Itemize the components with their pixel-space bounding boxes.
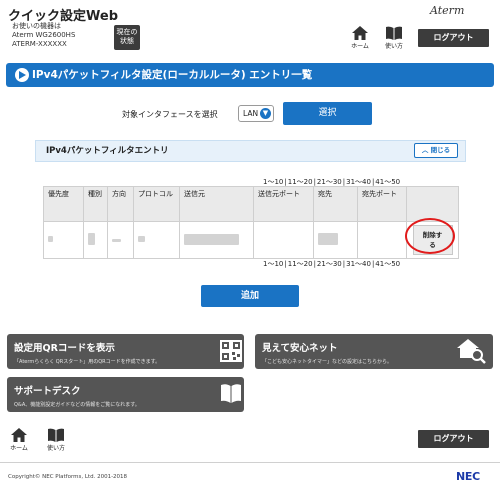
filter-table: 優先度 種別 方向 プロトコル 送信元 送信元ポート 宛先 宛先ポート 削除す …	[43, 186, 459, 259]
pager-bottom: 1～10|11～20|21～30|31～40|41～50	[263, 260, 401, 268]
source-port-cell	[253, 221, 314, 259]
device-model: Aterm WG2600HS	[12, 31, 76, 39]
footer-usage-label: 使い方	[46, 445, 65, 452]
book-icon	[221, 384, 241, 403]
book-icon	[386, 26, 402, 40]
safe-net-panel-description: 「こども安心ネットタイマー」などの設定はこちらから。	[262, 359, 393, 365]
entry-section-header: IPv4パケットフィルタエントリ	[35, 140, 466, 162]
footer-divider	[0, 462, 500, 463]
chevron-down-icon: ▼	[260, 108, 271, 119]
play-arrow-icon	[15, 68, 29, 82]
home-icon	[352, 26, 368, 40]
book-icon	[48, 428, 64, 442]
destination-cell	[313, 221, 358, 259]
interface-selected-value: LAN	[243, 109, 259, 118]
copyright: Copyright© NEC Platforms, Ltd. 2001-2018	[8, 474, 128, 480]
pager-link[interactable]: 1～10	[263, 178, 283, 186]
column-header	[406, 186, 459, 222]
footer-logout-button[interactable]: ログアウト	[418, 430, 489, 448]
column-header: 方向	[107, 186, 134, 222]
collapse-label: 閉じる	[430, 146, 451, 154]
support-desk-panel[interactable]: サポートデスク Q&A、機能別設定ガイドなどの情報をご覧になれます。	[7, 377, 244, 412]
column-header: 送信元	[179, 186, 254, 222]
column-header: 送信元ポート	[253, 186, 314, 222]
add-entry-button[interactable]: 追加	[201, 285, 299, 307]
highlight-ring	[405, 218, 455, 254]
source-cell	[179, 221, 254, 259]
qr-panel-description: 「Atermらくらく QRスタート」用のQRコードを作成できます。	[14, 359, 161, 365]
collapse-button[interactable]: ︿ 閉じる	[414, 143, 458, 158]
qr-panel-title: 設定用QRコードを表示	[14, 343, 115, 354]
type-cell	[83, 221, 108, 259]
footer-home-label: ホーム	[10, 445, 28, 452]
safe-net-panel-title: 見えて安心ネット	[262, 343, 338, 354]
column-header: 種別	[83, 186, 108, 222]
home-nav-button[interactable]: ホーム	[348, 26, 372, 50]
device-info-line: お使いの機器は	[12, 22, 61, 30]
status-label-line2: 状態	[120, 37, 134, 45]
protocol-cell	[133, 221, 180, 259]
usage-nav-label: 使い方	[384, 43, 403, 50]
column-header: プロトコル	[133, 186, 180, 222]
destination-port-cell	[357, 221, 407, 259]
pager-link[interactable]: 11～20	[288, 178, 313, 186]
aterm-logo: Aterm	[430, 4, 465, 17]
page-title: IPv4パケットフィルタ設定(ローカルルータ) エントリ一覧	[32, 69, 313, 81]
pager-link[interactable]: 41～50	[375, 260, 400, 268]
column-header: 宛先	[313, 186, 358, 222]
direction-cell	[107, 221, 134, 259]
interface-select[interactable]: LAN ▼	[238, 105, 274, 122]
home-icon	[11, 428, 27, 442]
pager-link[interactable]: 1～10	[263, 260, 283, 268]
current-status-button[interactable]: 現在の 状態	[114, 25, 140, 50]
support-panel-title: サポートデスク	[14, 386, 81, 397]
footer-home-button[interactable]: ホーム	[7, 428, 31, 452]
device-id: ATERM-XXXXXX	[12, 40, 67, 48]
pager-link[interactable]: 11～20	[288, 260, 313, 268]
logout-button[interactable]: ログアウト	[418, 29, 489, 47]
usage-nav-button[interactable]: 使い方	[382, 26, 406, 50]
interface-label: 対象インタフェースを選択	[122, 110, 218, 119]
table-row: 削除す る	[43, 221, 459, 259]
pager-link[interactable]: 21～30	[317, 178, 342, 186]
column-header: 宛先ポート	[357, 186, 407, 222]
header: クイック設定Web お使いの機器は Aterm WG2600HS ATERM-X…	[0, 0, 500, 56]
support-panel-description: Q&A、機能別設定ガイドなどの情報をご覧になれます。	[14, 402, 140, 408]
qr-code-icon	[220, 340, 242, 362]
qr-code-panel[interactable]: 設定用QRコードを表示 「Atermらくらく QRスタート」用のQRコードを作成…	[7, 334, 244, 369]
select-interface-button[interactable]: 選択	[283, 102, 372, 125]
priority-cell	[43, 221, 84, 259]
safe-net-panel[interactable]: 見えて安心ネット 「こども安心ネットタイマー」などの設定はこちらから。	[255, 334, 493, 369]
entry-section-title: IPv4パケットフィルタエントリ	[46, 146, 169, 156]
page-title-bar: IPv4パケットフィルタ設定(ローカルルータ) エントリ一覧	[6, 63, 494, 87]
column-header: 優先度	[43, 186, 84, 222]
table-header-row: 優先度 種別 方向 プロトコル 送信元 送信元ポート 宛先 宛先ポート	[43, 186, 459, 222]
house-search-icon	[457, 339, 486, 364]
pager-link[interactable]: 41～50	[375, 178, 400, 186]
status-label-line1: 現在の	[116, 28, 138, 36]
chevron-up-icon: ︿	[421, 146, 429, 154]
home-nav-label: ホーム	[351, 43, 369, 50]
device-info: お使いの機器は Aterm WG2600HS ATERM-XXXXXX	[12, 22, 75, 49]
nec-logo: NEC	[456, 470, 480, 483]
footer-usage-button[interactable]: 使い方	[44, 428, 68, 452]
pager-link[interactable]: 21～30	[317, 260, 342, 268]
pager-link[interactable]: 31～40	[346, 178, 371, 186]
pager-link[interactable]: 31～40	[346, 260, 371, 268]
